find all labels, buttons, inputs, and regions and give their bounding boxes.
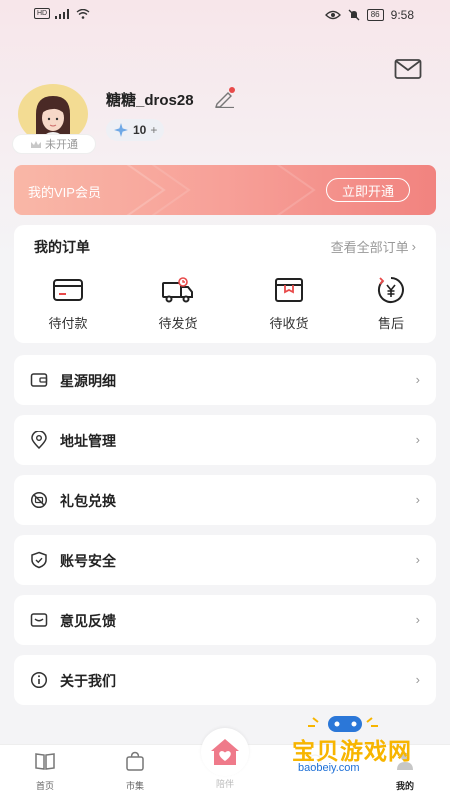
nav-label: 市集 <box>125 781 144 791</box>
orders-card: 我的订单 查看全部订单 › 待付款 待发货 待收货 售后 <box>14 225 436 343</box>
points-value: 10 <box>133 123 147 137</box>
chevron-right-icon: › <box>415 372 420 387</box>
menu-label: 星源明细 <box>60 373 116 389</box>
vip-label: 我的VIP会员 <box>28 185 101 200</box>
no-ticket-icon <box>30 491 48 509</box>
orders-title: 我的订单 <box>34 239 90 255</box>
vip-card[interactable]: 我的VIP会员 立即开通 <box>14 165 436 215</box>
avatar-container[interactable]: 未开通 <box>12 84 96 156</box>
status-right: 86 9:58 <box>324 8 414 22</box>
menu-item-gift-redeem[interactable]: 礼包兑换 › <box>14 475 436 525</box>
nav-home[interactable]: 首页 <box>10 745 80 800</box>
order-pending-payment[interactable]: 待付款 <box>28 275 108 332</box>
delivery-truck-icon <box>162 277 193 303</box>
nav-market[interactable]: 市集 <box>100 745 170 800</box>
chevron-right-icon: › <box>415 492 420 507</box>
menu-label: 账号安全 <box>60 553 116 569</box>
edit-pencil-icon[interactable] <box>212 86 236 108</box>
membership-status-text: 未开通 <box>45 139 78 151</box>
nav-mine[interactable]: 我的 <box>370 745 440 800</box>
shopping-bag-icon <box>126 751 144 771</box>
status-left: HD <box>34 8 90 19</box>
chevron-right-icon: › <box>415 552 420 567</box>
book-icon <box>35 753 55 770</box>
order-label: 待发货 <box>158 316 198 331</box>
wallet-card-icon <box>53 279 83 301</box>
nav-hidden-tab[interactable] <box>280 745 350 800</box>
points-plus: + <box>150 123 158 137</box>
order-label: 售后 <box>377 316 404 331</box>
battery-indicator: 86 <box>366 9 384 21</box>
nav-companion-circle[interactable] <box>201 728 249 776</box>
chevron-right-icon: › <box>415 672 420 687</box>
order-label: 待付款 <box>48 316 88 331</box>
user-icon <box>397 753 413 770</box>
feedback-envelope-icon <box>30 613 48 627</box>
crown-icon <box>31 140 41 148</box>
status-bar: HD 86 9:58 <box>0 0 450 30</box>
view-all-orders-text: 查看全部订单 <box>330 240 409 255</box>
star-points-pill[interactable]: 10 + <box>106 119 165 141</box>
menu-item-account-security[interactable]: 账号安全 › <box>14 535 436 585</box>
package-box-icon <box>275 278 303 302</box>
nav-label: 首页 <box>35 781 54 791</box>
nav-label: 陪伴 <box>215 779 234 789</box>
menu-label: 意见反馈 <box>60 613 116 629</box>
sparkle-star-icon <box>114 123 128 137</box>
wifi-icon <box>76 8 90 19</box>
info-icon <box>30 671 48 689</box>
location-pin-icon <box>31 431 47 449</box>
mail-icon[interactable] <box>394 58 422 80</box>
menu-label: 礼包兑换 <box>60 493 116 509</box>
order-label: 待收货 <box>269 316 309 331</box>
vip-activate-button[interactable]: 立即开通 <box>326 178 410 202</box>
mute-bell-icon <box>348 9 360 21</box>
chevron-right-icon: › <box>415 612 420 627</box>
menu-item-about-us[interactable]: 关于我们 › <box>14 655 436 705</box>
view-all-orders-link[interactable]: 查看全部订单 › <box>331 237 416 256</box>
chevron-right-icon: › <box>411 239 416 254</box>
menu-label: 地址管理 <box>60 433 116 449</box>
hd-badge: HD <box>34 8 51 19</box>
chevron-right-icon: › <box>415 432 420 447</box>
yuan-refund-icon <box>377 277 404 303</box>
order-pending-shipment[interactable]: 待发货 <box>138 275 218 332</box>
menu-label: 关于我们 <box>60 673 116 689</box>
order-pending-receipt[interactable]: 待收货 <box>249 275 329 332</box>
signal-icon <box>55 8 70 19</box>
eye-icon <box>324 10 341 20</box>
nav-label: 我的 <box>395 781 414 791</box>
menu-item-feedback[interactable]: 意见反馈 › <box>14 595 436 645</box>
menu-item-star-source-details[interactable]: 星源明细 › <box>14 355 436 405</box>
wallet-icon <box>30 373 48 387</box>
tab-icon <box>308 754 322 768</box>
membership-status-badge: 未开通 <box>12 134 96 154</box>
status-time: 9:58 <box>390 8 414 22</box>
menu-item-address-management[interactable]: 地址管理 › <box>14 415 436 465</box>
house-heart-icon <box>211 739 239 765</box>
shield-icon <box>31 551 47 569</box>
order-after-sales[interactable]: 售后 <box>351 275 431 332</box>
username: 糖糖_dros28 <box>106 92 194 109</box>
